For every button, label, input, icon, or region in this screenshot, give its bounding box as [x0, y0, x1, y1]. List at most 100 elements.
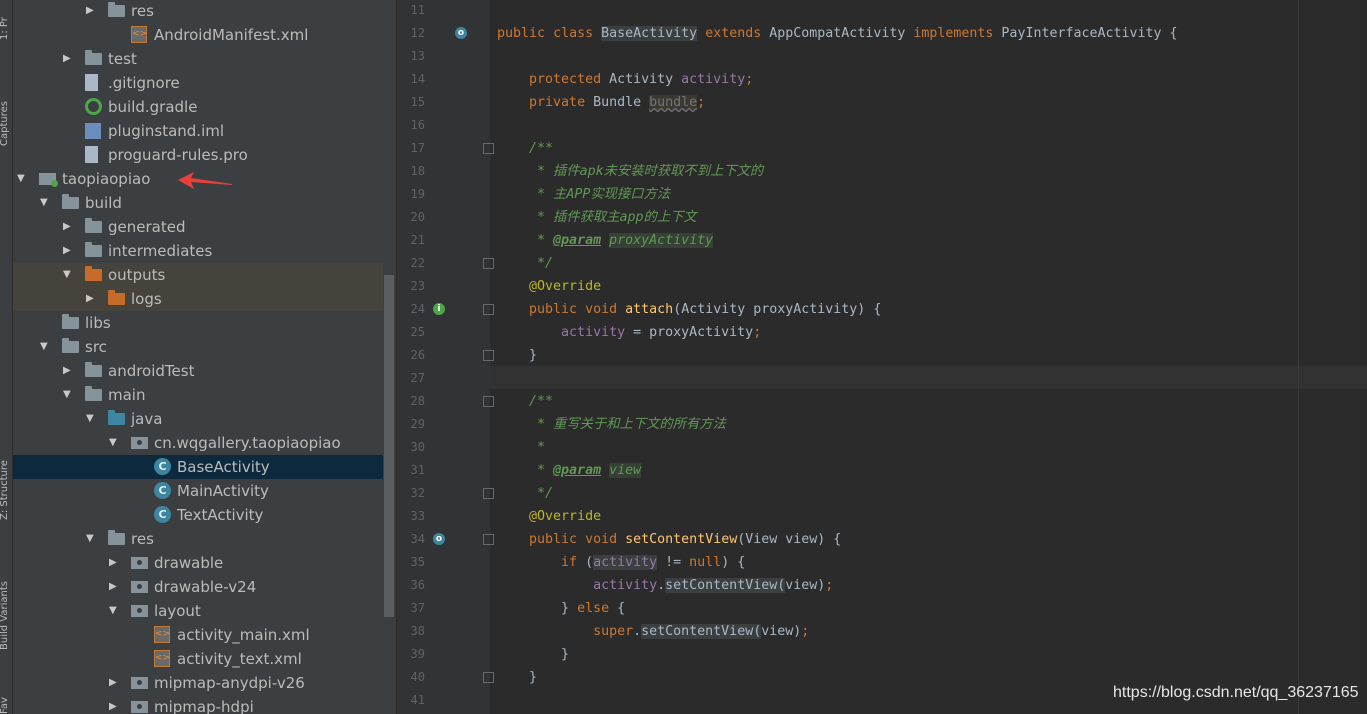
code-line[interactable]: public void setContentView(View view) { — [497, 528, 841, 551]
code-line[interactable]: if (activity != null) { — [497, 551, 745, 574]
tree-item[interactable]: pluginstand.iml — [13, 119, 383, 143]
tree-item[interactable]: ▶ drawable-v24 — [13, 575, 383, 599]
tree-item[interactable]: <> AndroidManifest.xml — [13, 23, 383, 47]
tree-item[interactable]: ▶ intermediates — [13, 239, 383, 263]
tree-item[interactable]: ▶ generated — [13, 215, 383, 239]
code-line[interactable]: } else { — [497, 597, 625, 620]
tree-item[interactable]: ▼ outputs — [13, 263, 383, 287]
fold-marker-icon[interactable] — [483, 534, 494, 545]
code-line[interactable]: /** — [497, 137, 553, 160]
tree-item[interactable]: ▶ drawable — [13, 551, 383, 575]
collapse-arrow-icon[interactable]: ▼ — [40, 191, 52, 215]
collapse-arrow-icon[interactable]: ▼ — [109, 431, 121, 455]
expand-arrow-icon[interactable]: ▶ — [86, 287, 98, 311]
tree-item-label: proguard-rules.pro — [108, 146, 248, 164]
code-line[interactable]: */ — [497, 482, 553, 505]
tree-item-label: src — [85, 338, 107, 356]
code-editor[interactable]: 11 12 13 14 15 16 17 18 19 20 21 22 23 24 25 26 27 28 29 30… — [397, 0, 1367, 714]
tab-structure[interactable]: Z: Structure — [0, 425, 13, 520]
tree-item[interactable]: proguard-rules.pro — [13, 143, 383, 167]
code-line[interactable]: public class BaseActivity extends AppCom… — [497, 22, 1178, 45]
code-line[interactable]: * 主APP实现接口方法 — [497, 183, 670, 206]
expand-arrow-icon[interactable]: ▶ — [63, 359, 75, 383]
collapse-arrow-icon[interactable]: ▼ — [86, 527, 98, 551]
file-icon — [85, 74, 98, 91]
fold-marker-icon[interactable] — [483, 350, 494, 361]
fold-marker-icon[interactable] — [483, 396, 494, 407]
collapse-arrow-icon[interactable]: ▼ — [63, 263, 75, 287]
tree-item[interactable]: .gitignore — [13, 71, 383, 95]
code-line[interactable]: } — [497, 666, 537, 689]
iml-icon — [85, 123, 101, 139]
expand-arrow-icon[interactable]: ▶ — [109, 575, 121, 599]
tree-item[interactable]: C BaseActivity — [13, 455, 383, 479]
tree-item[interactable]: ▼ src — [13, 335, 383, 359]
run-gutter-icon[interactable]: o — [455, 27, 467, 39]
tree-item-label: BaseActivity — [177, 458, 270, 476]
tab-build-variants[interactable]: Build Variants — [0, 555, 13, 650]
code-line[interactable]: activity.setContentView(view); — [497, 574, 833, 597]
tree-item[interactable]: ▶ logs — [13, 287, 383, 311]
code-line[interactable]: * 插件获取主app的上下文 — [497, 206, 697, 229]
code-line[interactable]: private Bundle bundle; — [497, 91, 705, 114]
expand-arrow-icon[interactable]: ▶ — [109, 695, 121, 714]
gradle-icon — [85, 98, 102, 115]
tree-item[interactable]: ▼ cn.wqgallery.taopiaopiao — [13, 431, 383, 455]
tree-item[interactable]: <> activity_text.xml — [13, 647, 383, 671]
code-line[interactable]: @Override — [497, 505, 601, 528]
code-line[interactable]: * — [497, 436, 545, 459]
tab-favorites[interactable]: Fav — [0, 690, 13, 714]
implements-method-icon[interactable]: o — [433, 533, 445, 545]
project-tree-scroll-thumb[interactable] — [384, 275, 394, 617]
tree-item[interactable]: ▼ res — [13, 527, 383, 551]
tree-item[interactable]: ▶ mipmap-anydpi-v26 — [13, 671, 383, 695]
code-line[interactable]: */ — [497, 252, 553, 275]
code-line[interactable]: * @param view — [497, 459, 642, 482]
code-line[interactable]: * 重写关于和上下文的所有方法 — [497, 413, 726, 436]
expand-arrow-icon[interactable]: ▶ — [109, 671, 121, 695]
code-line[interactable]: activity = proxyActivity; — [497, 321, 761, 344]
tree-item[interactable]: ▶ mipmap-hdpi — [13, 695, 383, 714]
code-line[interactable]: * 插件apk未安装时获取不到上下文的 — [497, 160, 763, 183]
expand-arrow-icon[interactable]: ▶ — [63, 215, 75, 239]
tree-item[interactable]: ▼ layout — [13, 599, 383, 623]
tree-item[interactable]: ▼ build — [13, 191, 383, 215]
collapse-arrow-icon[interactable]: ▼ — [17, 167, 29, 191]
tree-item-label: activity_text.xml — [177, 650, 302, 668]
tab-project[interactable]: 1: Pr — [0, 0, 13, 40]
line-number: 30 — [410, 440, 425, 454]
code-line[interactable]: protected Activity activity; — [497, 68, 753, 91]
implements-method-icon[interactable]: i — [433, 303, 445, 315]
collapse-arrow-icon[interactable]: ▼ — [86, 407, 98, 431]
tab-captures[interactable]: Captures — [0, 66, 13, 146]
collapse-arrow-icon[interactable]: ▼ — [109, 599, 121, 623]
tree-item[interactable]: <> activity_main.xml — [13, 623, 383, 647]
expand-arrow-icon[interactable]: ▶ — [63, 239, 75, 263]
fold-marker-icon[interactable] — [483, 143, 494, 154]
fold-marker-icon[interactable] — [483, 672, 494, 683]
fold-marker-icon[interactable] — [483, 258, 494, 269]
expand-arrow-icon[interactable]: ▶ — [86, 0, 98, 23]
code-line[interactable]: } — [497, 643, 569, 666]
collapse-arrow-icon[interactable]: ▼ — [40, 335, 52, 359]
tree-item[interactable]: ▼ java — [13, 407, 383, 431]
code-line[interactable]: public void attach(Activity proxyActivit… — [497, 298, 881, 321]
code-line[interactable]: super.setContentView(view); — [497, 620, 809, 643]
tree-item[interactable]: C MainActivity — [13, 479, 383, 503]
tree-item[interactable]: ▼ main — [13, 383, 383, 407]
tree-item[interactable]: ▶ androidTest — [13, 359, 383, 383]
tree-item[interactable]: ▶ res — [13, 0, 383, 23]
tree-item[interactable]: build.gradle — [13, 95, 383, 119]
tree-item[interactable]: libs — [13, 311, 383, 335]
code-line[interactable]: /** — [497, 390, 553, 413]
expand-arrow-icon[interactable]: ▶ — [109, 551, 121, 575]
expand-arrow-icon[interactable]: ▶ — [63, 47, 75, 71]
fold-marker-icon[interactable] — [483, 488, 494, 499]
code-line[interactable]: @Override — [497, 275, 601, 298]
tree-item[interactable]: C TextActivity — [13, 503, 383, 527]
code-line[interactable]: } — [497, 344, 537, 367]
fold-marker-icon[interactable] — [483, 304, 494, 315]
collapse-arrow-icon[interactable]: ▼ — [63, 383, 75, 407]
code-line[interactable]: * @param proxyActivity — [497, 229, 714, 252]
tree-item[interactable]: ▶ test — [13, 47, 383, 71]
